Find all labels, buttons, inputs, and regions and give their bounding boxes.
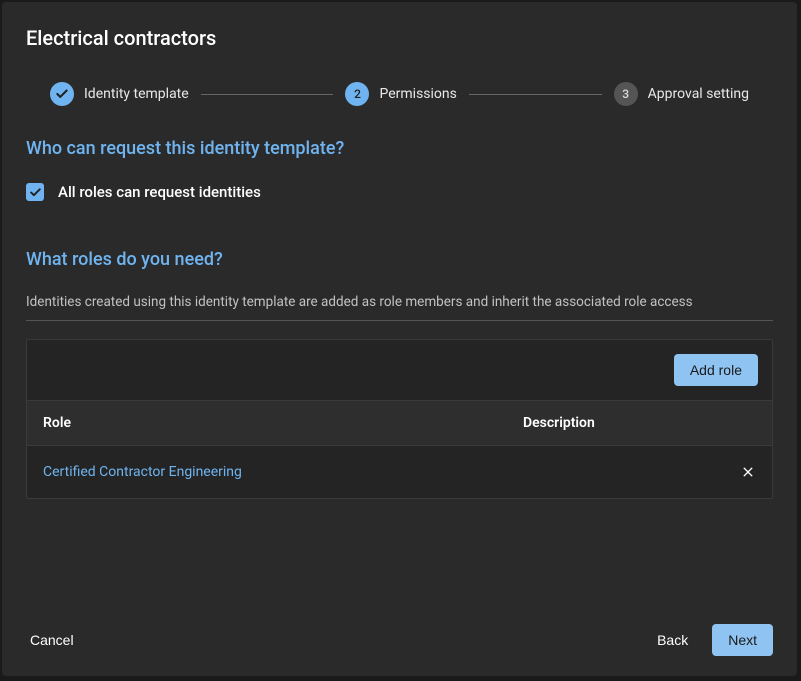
cancel-button[interactable]: Cancel xyxy=(26,624,78,656)
table-header: Role Description xyxy=(27,400,772,446)
all-roles-checkbox[interactable] xyxy=(26,183,44,201)
modal-footer: Cancel Back Next xyxy=(2,606,797,676)
close-icon[interactable] xyxy=(728,464,756,480)
check-icon xyxy=(50,82,74,106)
next-button[interactable]: Next xyxy=(712,624,773,656)
section-heading-roles-needed: What roles do you need? xyxy=(26,249,773,270)
step-divider xyxy=(201,94,334,95)
roles-table: Add role Role Description Certified Cont… xyxy=(26,339,773,499)
wizard-stepper: Identity template 2 Permissions 3 Approv… xyxy=(26,82,773,106)
table-row: Certified Contractor Engineering xyxy=(27,446,772,498)
add-role-button[interactable]: Add role xyxy=(674,354,758,386)
step-identity-template: Identity template xyxy=(50,82,189,106)
divider xyxy=(26,320,773,321)
step-number-icon: 3 xyxy=(614,82,638,106)
step-divider xyxy=(469,94,602,95)
page-title: Electrical contractors xyxy=(26,26,773,50)
step-permissions: 2 Permissions xyxy=(345,82,456,106)
section-heading-who-can-request: Who can request this identity template? xyxy=(26,138,773,159)
roles-help-text: Identities created using this identity t… xyxy=(26,294,773,310)
role-link[interactable]: Certified Contractor Engineering xyxy=(43,464,242,480)
step-number-icon: 2 xyxy=(345,82,369,106)
step-label: Permissions xyxy=(379,86,456,102)
back-button[interactable]: Back xyxy=(653,624,692,656)
column-header-role: Role xyxy=(43,415,523,431)
all-roles-label: All roles can request identities xyxy=(58,183,261,201)
step-label: Approval setting xyxy=(648,86,749,102)
step-label: Identity template xyxy=(84,86,189,102)
step-approval-setting: 3 Approval setting xyxy=(614,82,749,106)
column-header-description: Description xyxy=(523,415,728,431)
